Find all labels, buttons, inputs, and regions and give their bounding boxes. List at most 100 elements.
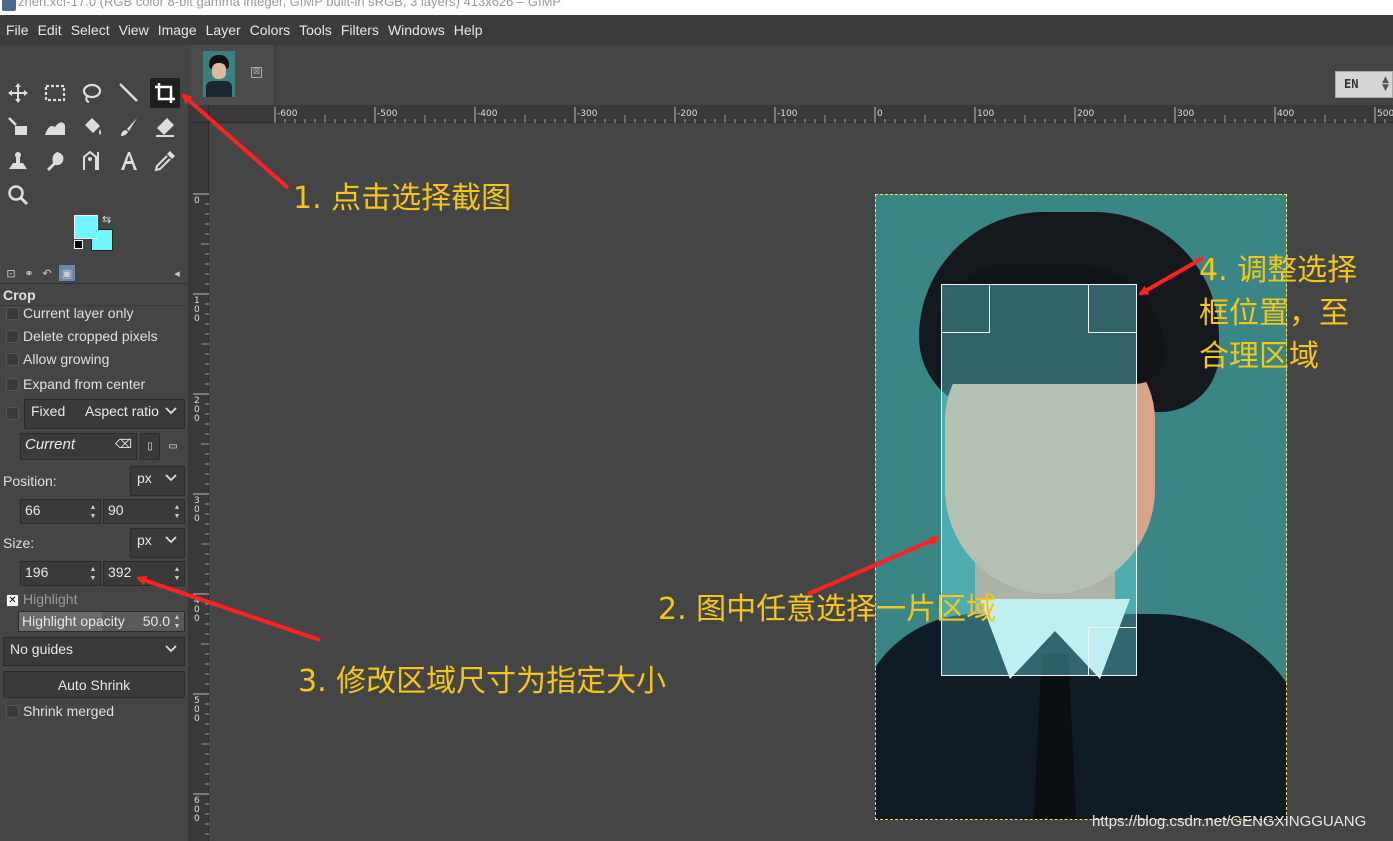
gimp-app-icon	[2, 0, 16, 11]
landscape-icon[interactable]: ▭	[163, 433, 183, 460]
menu-tools[interactable]: Tools	[295, 22, 336, 38]
fixed-value: Aspect ratio	[85, 403, 159, 419]
clone-tool-icon[interactable]	[3, 146, 33, 176]
paths-tool-icon[interactable]	[77, 146, 107, 176]
ruler-label: 0	[194, 714, 200, 724]
input-method-indicator[interactable]: EN ▲ ▼	[1335, 71, 1393, 98]
bucket-fill-tool-icon[interactable]	[77, 112, 107, 142]
current-layer-only-checkbox[interactable]	[6, 307, 19, 320]
position-unit-value: px	[137, 470, 152, 486]
crop-handle-top-left[interactable]	[941, 284, 990, 333]
ruler-label: 0	[194, 414, 200, 424]
fuzzy-select-tool-icon[interactable]	[114, 78, 144, 108]
highlight-checkbox[interactable]: ✕	[6, 594, 19, 607]
ruler-label: 0	[194, 814, 200, 824]
device-status-tab-icon[interactable]: ⚭	[21, 265, 37, 281]
size-unit-dropdown[interactable]: px	[130, 528, 185, 558]
size-height-value: 392	[108, 564, 132, 580]
shrink-merged-checkbox[interactable]	[6, 705, 19, 718]
unified-transform-tool-icon[interactable]	[3, 112, 33, 142]
paintbrush-tool-icon[interactable]	[114, 112, 144, 142]
menu-help[interactable]: Help	[450, 22, 487, 38]
guides-dropdown[interactable]: No guides	[3, 637, 185, 666]
image-tab[interactable]: ⊠	[191, 45, 275, 105]
delete-cropped-checkbox[interactable]	[6, 330, 19, 343]
text-tool-icon[interactable]	[114, 146, 144, 176]
menu-windows[interactable]: Windows	[384, 22, 449, 38]
spin-icon[interactable]: ▲ ▼	[172, 612, 182, 631]
ruler-label: -400	[477, 109, 498, 119]
chevron-down-icon	[165, 407, 177, 415]
color-picker-tool-icon[interactable]	[150, 146, 180, 176]
highlight-opacity-value: 50.0	[142, 613, 170, 629]
menu-layer[interactable]: Layer	[202, 22, 245, 38]
size-unit-value: px	[137, 532, 152, 548]
undo-history-tab-icon[interactable]: ↶	[39, 265, 55, 281]
menu-file[interactable]: File	[2, 22, 33, 38]
aspect-current-input[interactable]: Current ⌫	[20, 433, 137, 460]
clear-icon[interactable]: ⌫	[115, 437, 132, 451]
horizontal-ruler[interactable]: -600 -500 -400 -300 -200 -100 0 100 200 300 400 500	[209, 105, 1393, 123]
spin-icon[interactable]: ▲ ▼	[172, 500, 182, 523]
crop-tool-icon[interactable]	[150, 78, 180, 108]
expand-from-center-label: Expand from center	[23, 376, 146, 392]
window-titlebar: zhen.xcf-17.0 (RGB color 8-bit gamma int…	[0, 0, 1393, 15]
ruler-label: 100	[977, 109, 994, 119]
expand-from-center-checkbox[interactable]	[6, 378, 19, 391]
menu-select[interactable]: Select	[67, 22, 114, 38]
size-width-input[interactable]: 196 ▲ ▼	[20, 561, 101, 586]
reset-colors-icon[interactable]	[74, 240, 83, 249]
updown-chevron-icon: ▲ ▼	[1382, 75, 1389, 93]
ruler-label: 500	[1377, 109, 1393, 119]
menu-image[interactable]: Image	[154, 22, 201, 38]
size-height-input[interactable]: 392 ▲ ▼	[103, 561, 185, 586]
foreground-color-swatch[interactable]	[74, 215, 98, 239]
ruler-label: 0	[877, 109, 883, 119]
crop-handle-top-right[interactable]	[1088, 284, 1137, 333]
position-x-input[interactable]: 66 ▲ ▼	[20, 499, 101, 524]
annotation-step4-line2: 框位置，至	[1199, 296, 1349, 331]
annotation-step1: 1. 点击选择截图	[293, 181, 512, 216]
warp-transform-tool-icon[interactable]	[40, 112, 70, 142]
image-canvas[interactable]	[209, 123, 1393, 841]
highlight-opacity-slider[interactable]: Highlight opacity 50.0 ▲ ▼	[18, 611, 185, 632]
zoom-tool-icon[interactable]	[3, 180, 33, 210]
smudge-tool-icon[interactable]	[40, 146, 70, 176]
position-unit-dropdown[interactable]: px	[130, 466, 185, 496]
ruler-corner[interactable]	[191, 105, 209, 123]
position-y-input[interactable]: 90 ▲ ▼	[103, 499, 185, 524]
annotation-step4-line1: 4. 调整选择	[1199, 253, 1358, 288]
ruler-label: 0	[194, 196, 200, 206]
menu-view[interactable]: View	[115, 22, 153, 38]
position-label: Position:	[3, 473, 57, 489]
menubar: File Edit Select View Image Layer Colors…	[0, 15, 1393, 45]
rect-select-tool-icon[interactable]	[40, 78, 70, 108]
spin-icon[interactable]: ▲ ▼	[172, 562, 182, 585]
color-swatches[interactable]: ⇆	[72, 213, 117, 253]
eraser-tool-icon[interactable]	[150, 112, 180, 142]
ruler-label: 400	[1277, 109, 1294, 119]
crop-handle-bottom-right[interactable]	[1088, 627, 1137, 676]
size-label: Size:	[3, 535, 35, 551]
menu-edit[interactable]: Edit	[34, 22, 66, 38]
dock-menu-icon[interactable]: ◂	[169, 265, 185, 281]
menu-filters[interactable]: Filters	[337, 22, 383, 38]
guides-value: No guides	[10, 641, 74, 657]
spin-icon[interactable]: ▲ ▼	[88, 500, 98, 523]
allow-growing-checkbox[interactable]	[6, 353, 19, 366]
vertical-ruler[interactable]: 0100200300400500600	[191, 123, 209, 841]
ruler-label: 0	[194, 314, 200, 324]
move-tool-icon[interactable]	[3, 78, 33, 108]
portrait-icon[interactable]: ▯	[140, 433, 160, 460]
auto-shrink-button[interactable]: Auto Shrink	[3, 671, 185, 698]
fixed-dropdown[interactable]: Fixed Aspect ratio	[24, 399, 185, 429]
annotation-step3: 3. 修改区域尺寸为指定大小	[298, 664, 667, 699]
menu-colors[interactable]: Colors	[246, 22, 294, 38]
spin-icon[interactable]: ▲ ▼	[88, 562, 98, 585]
free-select-tool-icon[interactable]	[77, 78, 107, 108]
fixed-checkbox[interactable]	[6, 407, 19, 420]
swap-colors-icon[interactable]: ⇆	[102, 213, 111, 226]
images-tab-icon[interactable]: ▣	[59, 265, 75, 281]
close-tab-icon[interactable]: ⊠	[251, 67, 262, 78]
tool-options-tab-icon[interactable]: ⊡	[3, 265, 19, 281]
